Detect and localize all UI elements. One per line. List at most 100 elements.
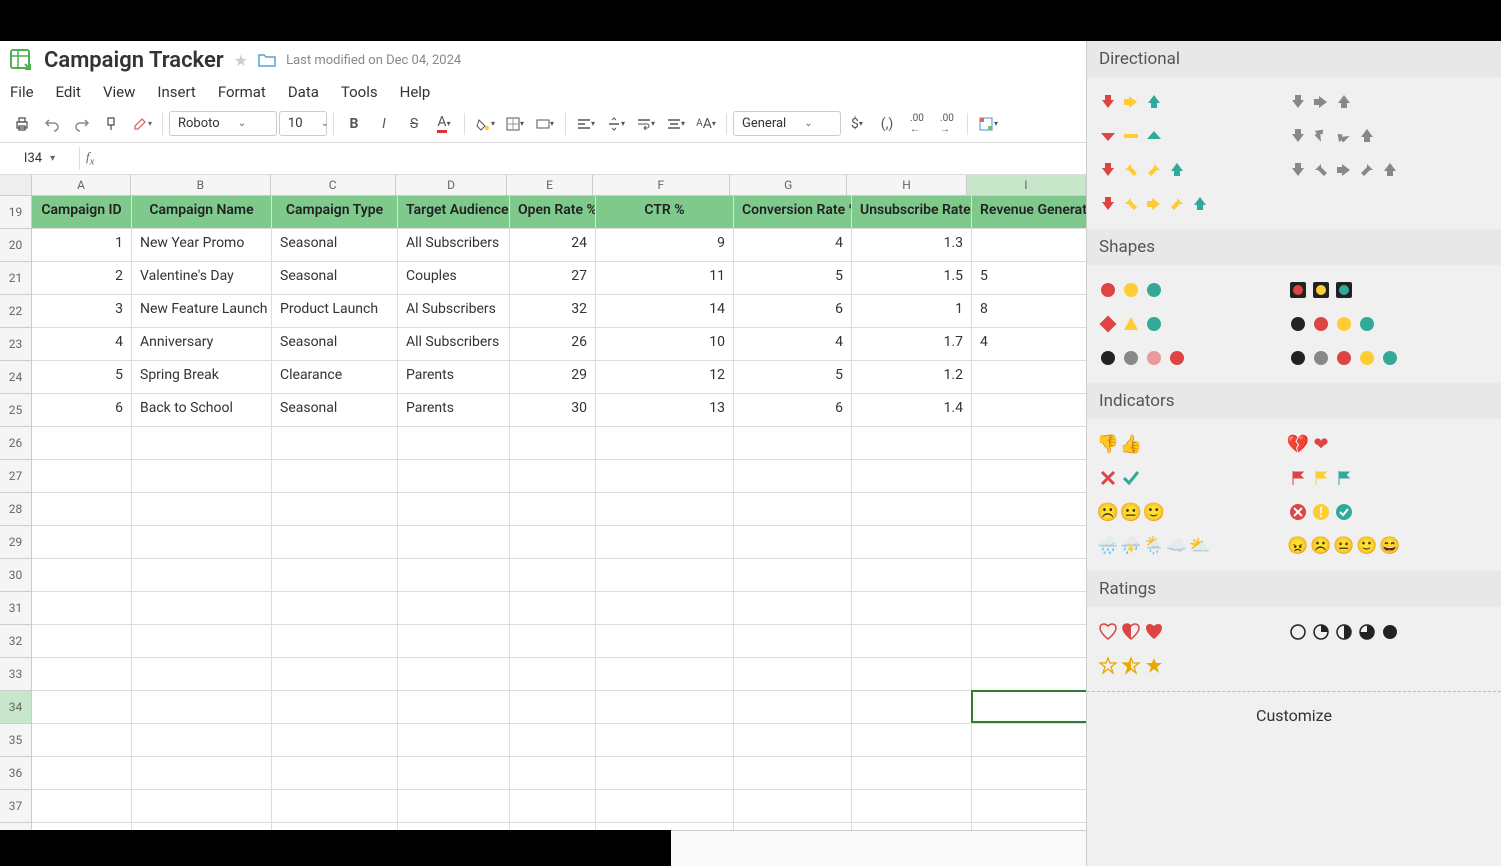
iconset-check-cross[interactable] [1097,467,1142,489]
cell-C20[interactable]: Seasonal [272,229,398,262]
menu-help[interactable]: Help [400,83,431,101]
cell-I32[interactable] [972,625,1086,658]
col-header-B[interactable]: B [131,175,270,195]
cell-reference-box[interactable]: I34▾ [0,147,80,170]
cell-D38[interactable] [398,823,510,830]
cell-H29[interactable] [852,526,972,559]
cell-G30[interactable] [734,559,852,592]
cell-E36[interactable] [510,757,596,790]
cell-A35[interactable] [32,724,132,757]
redo-icon[interactable] [68,110,96,138]
cell-A26[interactable] [32,427,132,460]
cell-D35[interactable] [398,724,510,757]
cell-A27[interactable] [32,460,132,493]
iconset-5-smilies[interactable]: 😠 ☹️ 😐 🙂 😄 [1287,535,1401,557]
cell-A22[interactable]: 3 [32,295,132,328]
number-format-select[interactable]: General⌄ [733,111,841,136]
text-size-icon[interactable]: AA▾ [692,110,720,138]
iconset-hearts-broken[interactable]: 💔 ❤ [1287,433,1332,455]
iconset-3-signs[interactable] [1097,313,1165,335]
col-header-I[interactable]: I [967,175,1086,195]
iconset-3-traffic-lights[interactable] [1097,279,1165,301]
cell-A34[interactable] [32,691,132,724]
cell-D20[interactable]: All Subscribers [398,229,510,262]
col-header-H[interactable]: H [847,175,966,195]
cell-B35[interactable] [132,724,272,757]
cell-A29[interactable] [32,526,132,559]
cell-A23[interactable]: 4 [32,328,132,361]
iconset-5-quarters[interactable] [1287,621,1401,643]
cell-G20[interactable]: 4 [734,229,852,262]
cell-H21[interactable]: 1.5 [852,262,972,295]
cell-G29[interactable] [734,526,852,559]
cell-H24[interactable]: 1.2 [852,361,972,394]
rotation-icon[interactable]: ▾ [662,110,690,138]
cell-B27[interactable] [132,460,272,493]
text-color-icon[interactable]: A▾ [430,110,458,138]
font-family-select[interactable]: Roboto⌄ [169,111,277,136]
cell-E27[interactable] [510,460,596,493]
clear-format-icon[interactable]: ▾ [128,110,156,138]
cell-E31[interactable] [510,592,596,625]
cell-A32[interactable] [32,625,132,658]
cell-G33[interactable] [734,658,852,691]
strikethrough-icon[interactable]: S [400,110,428,138]
cell-E25[interactable]: 30 [510,394,596,427]
row-header-36[interactable]: 36 [0,757,32,790]
cell-I27[interactable] [972,460,1086,493]
cell-C25[interactable]: Seasonal [272,394,398,427]
iconset-4-arrows-gray[interactable] [1287,125,1378,147]
cell-I24[interactable] [972,361,1086,394]
row-header-20[interactable]: 20 [0,229,32,262]
cell-E32[interactable] [510,625,596,658]
cell-F34[interactable] [596,691,734,724]
row-header-32[interactable]: 32 [0,625,32,658]
cell-E28[interactable] [510,493,596,526]
cell-A21[interactable]: 2 [32,262,132,295]
cell-H25[interactable]: 1.4 [852,394,972,427]
cell-C35[interactable] [272,724,398,757]
cell-A38[interactable] [32,823,132,830]
cell-D25[interactable]: Parents [398,394,510,427]
cell-H23[interactable]: 1.7 [852,328,972,361]
cell-B26[interactable] [132,427,272,460]
cell-B31[interactable] [132,592,272,625]
iconset-thumbs[interactable]: 👎 👍 [1097,433,1142,455]
cell-C26[interactable] [272,427,398,460]
cell-G28[interactable] [734,493,852,526]
cell-H20[interactable]: 1.3 [852,229,972,262]
cell-E23[interactable]: 26 [510,328,596,361]
iconset-4-traffic-lights[interactable] [1287,313,1378,335]
cell-H28[interactable] [852,493,972,526]
cell-D26[interactable] [398,427,510,460]
cell-F21[interactable]: 11 [596,262,734,295]
cell-E33[interactable] [510,658,596,691]
cell-G36[interactable] [734,757,852,790]
cell-F22[interactable]: 14 [596,295,734,328]
row-header-27[interactable]: 27 [0,460,32,493]
cell-D34[interactable] [398,691,510,724]
cell-C24[interactable]: Clearance [272,361,398,394]
cell-D21[interactable]: Couples [398,262,510,295]
menu-format[interactable]: Format [218,83,266,101]
cell-H22[interactable]: 1 [852,295,972,328]
menu-file[interactable]: File [10,83,34,101]
row-header-37[interactable]: 37 [0,790,32,823]
cell-B23[interactable]: Anniversary [132,328,272,361]
iconset-5-arrows-gray[interactable] [1287,159,1401,181]
cell-I38[interactable] [972,823,1086,830]
conditional-format-icon[interactable]: ▾ [974,110,1002,138]
cell-I37[interactable] [972,790,1086,823]
cell-B36[interactable] [132,757,272,790]
cell-A20[interactable]: 1 [32,229,132,262]
cell-F32[interactable] [596,625,734,658]
cell-I26[interactable] [972,427,1086,460]
cell-A33[interactable] [32,658,132,691]
cell-C27[interactable] [272,460,398,493]
row-header-25[interactable]: 25 [0,394,32,427]
cell-H27[interactable] [852,460,972,493]
cell-C31[interactable] [272,592,398,625]
cell-F23[interactable]: 10 [596,328,734,361]
cell-B32[interactable] [132,625,272,658]
iconset-4-red-to-black[interactable] [1097,347,1188,369]
